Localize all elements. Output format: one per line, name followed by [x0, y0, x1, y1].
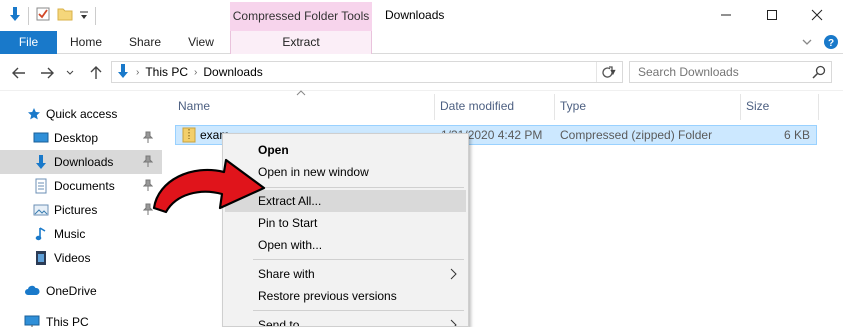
file-type: Compressed (zipped) Folder	[560, 128, 713, 142]
new-folder-icon[interactable]	[57, 6, 73, 25]
menu-separator	[253, 187, 464, 188]
arrow-left-icon	[12, 67, 25, 79]
column-header-name[interactable]: Name	[172, 94, 434, 118]
refresh-icon	[602, 65, 613, 78]
tab-file[interactable]: File	[0, 31, 57, 54]
nav-videos[interactable]: Videos	[0, 246, 162, 270]
window-title: Downloads	[385, 8, 445, 22]
title-bar: Compressed Folder Tools Downloads	[0, 0, 843, 31]
address-row: › This PC › Downloads ▼	[0, 55, 843, 91]
nav-label: Pictures	[54, 203, 98, 217]
customize-dropdown-icon[interactable]	[79, 9, 89, 23]
tab-extract[interactable]: Extract	[230, 31, 372, 54]
nav-label: OneDrive	[46, 284, 97, 298]
star-icon	[26, 106, 42, 122]
maximize-button[interactable]	[752, 4, 792, 26]
tab-home[interactable]: Home	[63, 31, 109, 54]
nav-pictures[interactable]: Pictures	[0, 198, 162, 222]
column-header-type[interactable]: Type	[554, 94, 740, 118]
close-icon	[811, 9, 823, 21]
column-divider[interactable]	[818, 94, 819, 120]
breadcrumb-this-pc[interactable]: This PC	[145, 65, 188, 79]
nav-music[interactable]: Music	[0, 222, 162, 246]
nav-documents[interactable]: Documents	[0, 174, 162, 198]
refresh-button[interactable]	[596, 62, 618, 82]
minimize-button[interactable]	[706, 4, 746, 26]
help-icon: ?	[824, 35, 838, 49]
arrow-right-icon	[41, 67, 54, 79]
search-icon[interactable]	[811, 64, 827, 80]
nav-label: Videos	[54, 251, 91, 265]
minimize-icon	[721, 14, 731, 16]
contextual-tab-group: Compressed Folder Tools	[230, 2, 372, 31]
cloud-icon	[24, 283, 40, 299]
download-arrow-icon	[8, 6, 22, 25]
pictures-icon	[33, 202, 49, 218]
toolbar-divider	[95, 6, 96, 25]
menu-item-send-to[interactable]: Send to	[225, 314, 466, 327]
download-arrow-icon	[33, 154, 49, 170]
menu-item-label: Send to	[258, 318, 300, 327]
maximize-icon	[767, 10, 777, 20]
nav-label: Quick access	[46, 107, 118, 121]
chevron-right-icon	[450, 314, 457, 326]
pin-icon[interactable]	[142, 131, 154, 143]
menu-separator	[253, 310, 464, 311]
breadcrumb-separator: ›	[136, 66, 140, 78]
ribbon-tabs: File Home Share View Extract ?	[0, 31, 843, 54]
menu-item-restore-versions[interactable]: Restore previous versions	[225, 285, 466, 307]
desktop-icon	[33, 130, 49, 146]
computer-icon	[24, 314, 40, 327]
red-arrow-annotation	[152, 158, 266, 214]
breadcrumb-separator: ›	[194, 66, 198, 78]
forward-button[interactable]	[37, 63, 57, 83]
column-header-size[interactable]: Size	[740, 94, 818, 118]
documents-icon	[33, 178, 49, 194]
menu-separator	[253, 259, 464, 260]
tab-share[interactable]: Share	[120, 31, 170, 54]
recent-locations-button[interactable]	[60, 63, 80, 83]
chevron-down-icon	[66, 70, 74, 75]
column-header-date[interactable]: Date modified	[434, 94, 554, 118]
up-button[interactable]	[86, 63, 106, 83]
music-note-icon	[33, 226, 49, 242]
menu-item-share-with[interactable]: Share with	[225, 263, 466, 285]
nav-desktop[interactable]: Desktop	[0, 126, 162, 150]
nav-label: Documents	[54, 179, 115, 193]
nav-label: Desktop	[54, 131, 99, 145]
back-button[interactable]	[9, 63, 29, 83]
zip-folder-icon	[182, 127, 196, 146]
help-button[interactable]: ?	[820, 31, 842, 53]
tab-view[interactable]: View	[178, 31, 224, 54]
nav-this-pc[interactable]: This PC	[0, 310, 162, 327]
nav-quick-access[interactable]: Quick access	[0, 102, 162, 126]
nav-downloads[interactable]: Downloads	[0, 150, 162, 174]
download-arrow-icon	[116, 63, 130, 82]
menu-item-open-with[interactable]: Open with...	[225, 234, 466, 256]
close-button[interactable]	[797, 4, 837, 26]
menu-item-label: Share with	[258, 267, 315, 281]
nav-label: Downloads	[54, 155, 114, 169]
search-box[interactable]	[629, 61, 832, 83]
nav-label: This PC	[46, 315, 89, 327]
address-bar[interactable]: › This PC › Downloads ▼	[111, 61, 623, 83]
nav-onedrive[interactable]: OneDrive	[0, 279, 162, 303]
quick-access-toolbar	[8, 6, 96, 25]
videos-icon	[33, 250, 49, 266]
arrow-up-icon	[90, 66, 102, 79]
search-input[interactable]	[630, 62, 805, 82]
chevron-down-icon	[802, 39, 812, 45]
nav-label: Music	[54, 227, 86, 241]
breadcrumb-downloads[interactable]: Downloads	[203, 65, 262, 79]
toolbar-divider	[28, 6, 29, 25]
collapse-ribbon-button[interactable]	[796, 31, 818, 53]
svg-text:?: ?	[828, 38, 834, 49]
file-size: 6 KB	[783, 128, 810, 142]
properties-icon[interactable]	[35, 6, 51, 25]
